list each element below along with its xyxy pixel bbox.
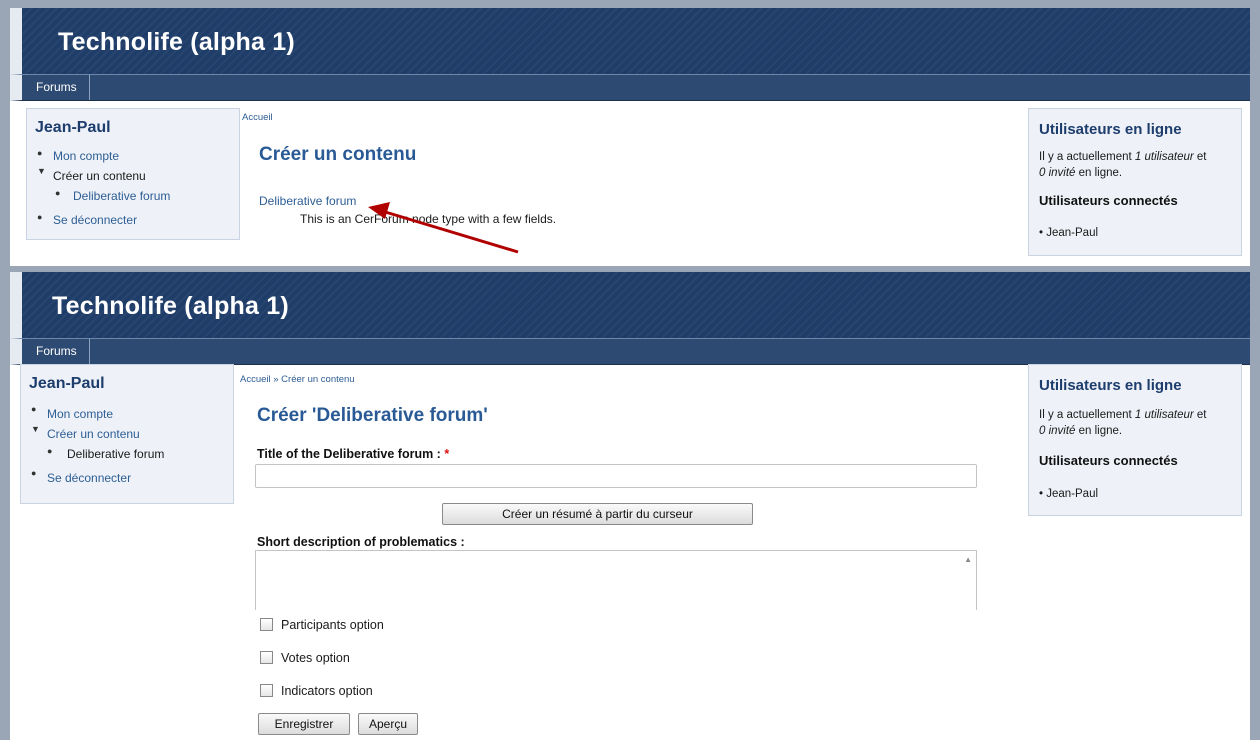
title-input[interactable] <box>255 464 977 488</box>
connected-user-item[interactable]: • Jean-Paul <box>1039 488 1098 500</box>
connected-users-title: Utilisateurs connectés <box>1039 453 1178 468</box>
scroll-up-icon[interactable]: ▲ <box>964 555 972 564</box>
online-users-block: Utilisateurs en ligne Il y a actuellemen… <box>1028 108 1242 256</box>
connected-users-title: Utilisateurs connectés <box>1039 193 1178 208</box>
screenshot-create-forum-form: Technolife (alpha 1) Forums Jean-Paul ● … <box>10 272 1250 610</box>
online-users-block: Utilisateurs en ligne Il y a actuellemen… <box>1028 364 1242 516</box>
site-banner: Technolife (alpha 1) <box>10 272 1250 338</box>
menu-my-account[interactable]: Mon compte <box>47 407 113 421</box>
menu-logout[interactable]: Se déconnecter <box>47 471 131 485</box>
preview-button[interactable]: Aperçu <box>358 713 418 735</box>
save-button[interactable]: Enregistrer <box>258 713 350 735</box>
triangle-down-icon: ▼ <box>31 424 40 434</box>
participants-option-row[interactable]: Participants option <box>260 618 384 632</box>
short-description-label: Short description of problematics : <box>257 535 465 549</box>
nav-tab-forums[interactable]: Forums <box>26 339 90 364</box>
votes-option-row[interactable]: Votes option <box>260 651 350 665</box>
primary-nav: Forums <box>10 338 1250 365</box>
indicators-checkbox[interactable] <box>260 684 273 697</box>
menu-create-content[interactable]: Créer un contenu <box>47 427 140 441</box>
screenshot-create-content: Technolife (alpha 1) Forums Jean-Paul ● … <box>10 8 1250 266</box>
connected-user-item[interactable]: • Jean-Paul <box>1039 227 1098 239</box>
online-users-title: Utilisateurs en ligne <box>1039 377 1182 394</box>
user-name: Jean-Paul <box>29 375 105 392</box>
user-menu-block: Jean-Paul ● Mon compte ▼ Créer un conten… <box>20 364 234 504</box>
votes-checkbox[interactable] <box>260 651 273 664</box>
participants-checkbox[interactable] <box>260 618 273 631</box>
site-title[interactable]: Technolife (alpha 1) <box>52 292 289 321</box>
breadcrumb[interactable]: Accueil » Créer un contenu <box>240 374 355 385</box>
page-title: Créer 'Deliberative forum' <box>257 405 488 426</box>
online-users-text: Il y a actuellement 1 utilisateur et 0 i… <box>1039 151 1207 179</box>
title-field-label: Title of the Deliberative forum : * <box>257 447 450 461</box>
indicators-option-row[interactable]: Indicators option <box>260 684 373 698</box>
bullet-icon: ● <box>47 446 53 456</box>
bullet-icon: ● <box>31 468 37 478</box>
screenshot-form-options: Participants option Votes option Indicat… <box>10 610 1250 740</box>
bullet-icon: ● <box>31 404 37 414</box>
online-users-title: Utilisateurs en ligne <box>1039 121 1182 138</box>
menu-deliberative-forum[interactable]: Deliberative forum <box>67 447 164 461</box>
short-description-textarea[interactable]: ▲ <box>255 550 977 610</box>
online-users-text: Il y a actuellement 1 utilisateur et 0 i… <box>1039 409 1207 437</box>
create-summary-button[interactable]: Créer un résumé à partir du curseur <box>442 503 753 525</box>
